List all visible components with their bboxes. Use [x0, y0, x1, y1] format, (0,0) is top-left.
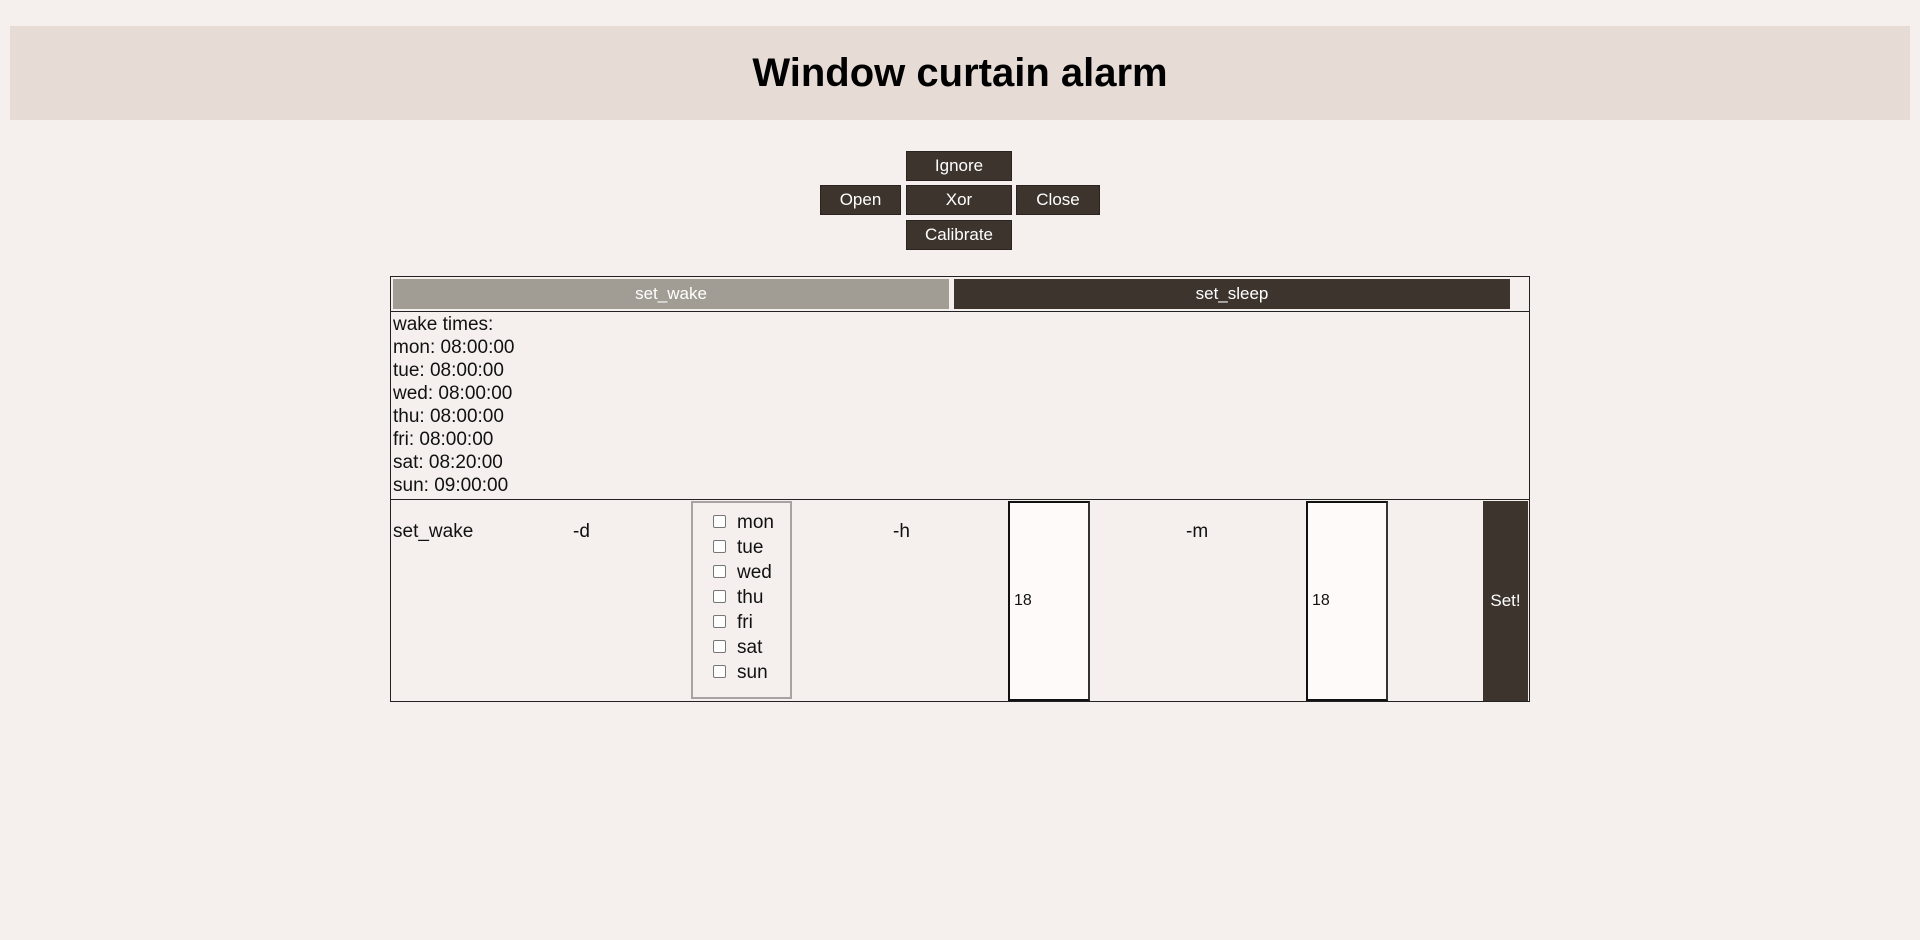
wake-time-line: mon: 08:00:00 [393, 337, 515, 358]
wake-time-line: sat: 08:20:00 [393, 452, 503, 473]
checkbox[interactable] [713, 664, 726, 678]
day-option-sat[interactable]: sat [713, 637, 762, 659]
day-label: wed [737, 562, 772, 583]
command-label: set_wake [393, 521, 474, 542]
day-label: thu [737, 587, 764, 608]
tab-set-sleep[interactable]: set_sleep [954, 279, 1510, 309]
day-label: sun [737, 662, 768, 683]
wake-time-line: thu: 08:00:00 [393, 406, 504, 427]
wake-times-heading: wake times: [393, 314, 494, 335]
checkbox[interactable] [713, 539, 726, 553]
page-header: Window curtain alarm [10, 26, 1910, 120]
hour-input[interactable]: 18 [1008, 501, 1090, 701]
checkbox[interactable] [713, 614, 726, 628]
wake-time-line: wed: 08:00:00 [393, 383, 513, 404]
ignore-button[interactable]: Ignore [906, 151, 1012, 181]
day-checkbox-group: mon tue wed thu fri sat sun [691, 501, 792, 699]
day-option-tue[interactable]: tue [713, 537, 763, 559]
calibrate-button[interactable]: Calibrate [906, 220, 1012, 250]
day-option-fri[interactable]: fri [713, 612, 753, 634]
day-label: mon [737, 512, 774, 533]
checkbox[interactable] [713, 589, 726, 603]
schedule-table: set_wake set_sleep wake times: mon: 08:0… [390, 276, 1530, 702]
divider-line [391, 311, 1529, 312]
close-button[interactable]: Close [1016, 185, 1100, 215]
checkbox[interactable] [713, 514, 726, 528]
day-flag-label: -d [573, 521, 590, 542]
minute-flag-label: -m [1186, 521, 1209, 542]
wake-times-list: wake times: mon: 08:00:00 tue: 08:00:00 … [393, 313, 514, 497]
day-label: tue [737, 537, 764, 558]
checkbox[interactable] [713, 639, 726, 653]
minute-input[interactable]: 18 [1306, 501, 1388, 701]
xor-button[interactable]: Xor [906, 185, 1012, 215]
set-button[interactable]: Set! [1483, 501, 1528, 701]
checkbox[interactable] [713, 564, 726, 578]
wake-time-line: tue: 08:00:00 [393, 360, 504, 381]
day-label: fri [737, 612, 753, 633]
open-button[interactable]: Open [820, 185, 901, 215]
hour-flag-label: -h [893, 521, 910, 542]
day-option-wed[interactable]: wed [713, 562, 772, 584]
tab-set-wake[interactable]: set_wake [393, 279, 949, 309]
day-label: sat [737, 637, 763, 658]
wake-time-line: fri: 08:00:00 [393, 429, 494, 450]
day-option-thu[interactable]: thu [713, 587, 763, 609]
divider-line [391, 499, 1529, 500]
day-option-sun[interactable]: sun [713, 662, 768, 684]
page-title: Window curtain alarm [752, 50, 1168, 95]
day-option-mon[interactable]: mon [713, 512, 774, 534]
wake-time-line: sun: 09:00:00 [393, 475, 509, 496]
